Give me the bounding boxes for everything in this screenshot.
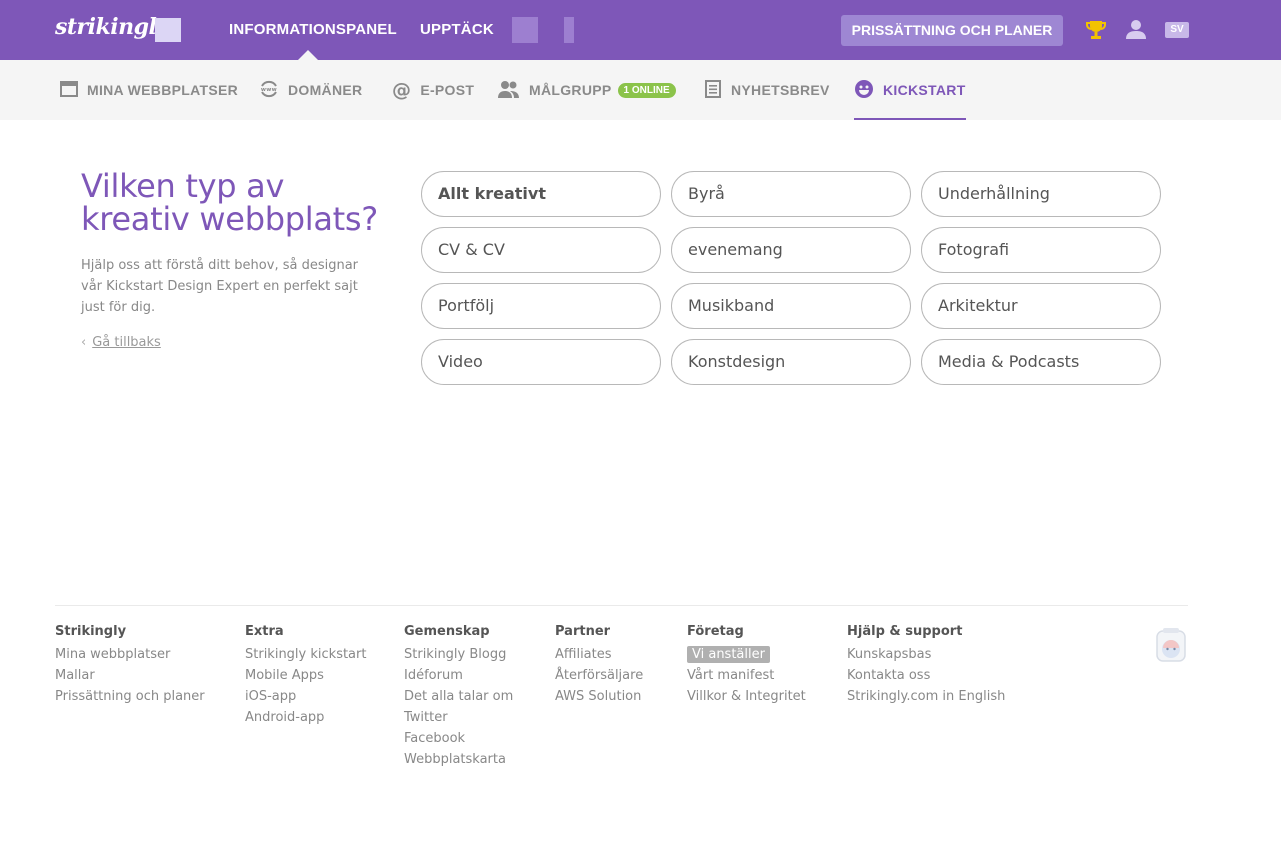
newsletter-icon bbox=[704, 79, 722, 101]
footer-link[interactable]: Android-app bbox=[245, 707, 366, 728]
footer-column-partner: Partner Affiliates Återförsäljare AWS So… bbox=[555, 623, 643, 707]
dashboard-subnav: MINA WEBBPLATSER www DOMÄNER @ E-POST MÅ… bbox=[0, 60, 1281, 120]
tab-kickstart[interactable]: KICKSTART bbox=[854, 60, 966, 120]
footer-link[interactable]: Prissättning och planer bbox=[55, 686, 205, 707]
footer-link[interactable]: Mina webbplatser bbox=[55, 644, 205, 665]
footer-link[interactable]: Idéforum bbox=[404, 665, 513, 686]
category-option[interactable]: Fotografi bbox=[921, 227, 1161, 273]
tab-my-websites[interactable]: MINA WEBBPLATSER bbox=[60, 60, 238, 120]
footer-link[interactable]: Affiliates bbox=[555, 644, 643, 665]
category-option[interactable]: CV & CV bbox=[421, 227, 661, 273]
browser-window-icon bbox=[60, 80, 78, 100]
tab-label: KICKSTART bbox=[883, 82, 966, 98]
footer-link[interactable]: AWS Solution bbox=[555, 686, 643, 707]
nav-placeholder-block bbox=[512, 17, 538, 43]
pricing-plans-button[interactable]: PRISSÄTTNING OCH PLANER bbox=[841, 15, 1063, 46]
smiley-icon bbox=[854, 79, 874, 102]
footer-column-community: Gemenskap Strikingly Blogg Idéforum Det … bbox=[404, 623, 513, 770]
footer-link[interactable]: Webbplatskarta bbox=[404, 749, 513, 770]
category-option[interactable]: Portfölj bbox=[421, 283, 661, 329]
footer-column-extra: Extra Strikingly kickstart Mobile Apps i… bbox=[245, 623, 366, 728]
category-option[interactable]: Konstdesign bbox=[671, 339, 911, 385]
tab-label: MÅLGRUPP bbox=[529, 82, 612, 98]
tab-label: E-POST bbox=[420, 82, 475, 98]
mascot-icon bbox=[1154, 627, 1188, 670]
footer-link[interactable]: Återförsäljare bbox=[555, 665, 643, 686]
page-description: Hjälp oss att förstå ditt behov, så desi… bbox=[81, 258, 359, 315]
category-option[interactable]: Underhållning bbox=[921, 171, 1161, 217]
category-option[interactable]: Video bbox=[421, 339, 661, 385]
hiring-badge: Vi anställer bbox=[687, 646, 770, 663]
category-option[interactable]: Byrå bbox=[671, 171, 911, 217]
footer-link[interactable]: Strikingly.com in English bbox=[847, 686, 1005, 707]
tab-email[interactable]: @ E-POST bbox=[392, 60, 474, 120]
trophy-icon[interactable] bbox=[1086, 19, 1106, 46]
footer-link[interactable]: Kunskapsbas bbox=[847, 644, 1005, 665]
at-icon: @ bbox=[392, 79, 412, 101]
footer-column-title: Extra bbox=[245, 624, 284, 639]
nav-discover[interactable]: UPPTÄCK bbox=[420, 21, 494, 38]
tab-audience[interactable]: MÅLGRUPP 1 ONLINE bbox=[498, 60, 676, 120]
footer-column-title: Partner bbox=[555, 624, 611, 639]
footer-column-title: Gemenskap bbox=[404, 624, 490, 639]
tab-label: NYHETSBREV bbox=[731, 82, 830, 98]
footer-column-title: Hjälp & support bbox=[847, 624, 963, 639]
footer-link-hiring[interactable]: Vi anställer bbox=[687, 644, 806, 665]
logo-placeholder bbox=[155, 18, 181, 42]
footer-link[interactable]: Strikingly kickstart bbox=[245, 644, 366, 665]
footer-link[interactable]: Twitter bbox=[404, 707, 513, 728]
category-option[interactable]: Arkitektur bbox=[921, 283, 1161, 329]
strikingly-logo[interactable]: strikingly bbox=[55, 14, 169, 40]
footer-column-strikingly: Strikingly Mina webbplatser Mallar Priss… bbox=[55, 623, 205, 707]
footer-link[interactable]: Mallar bbox=[55, 665, 205, 686]
tab-label: MINA WEBBPLATSER bbox=[87, 82, 239, 98]
footer-link[interactable]: Strikingly Blogg bbox=[404, 644, 513, 665]
tab-domains[interactable]: www DOMÄNER bbox=[259, 60, 362, 120]
people-icon bbox=[498, 80, 520, 101]
back-link-label: Gå tillbaks bbox=[92, 335, 161, 350]
online-count-badge: 1 ONLINE bbox=[617, 82, 676, 98]
tab-label: DOMÄNER bbox=[288, 82, 363, 98]
category-option[interactable]: Musikband bbox=[671, 283, 911, 329]
www-icon: www bbox=[259, 79, 279, 102]
page-title: Vilken typ av kreativ webbplats? bbox=[81, 167, 378, 238]
footer-link[interactable]: Villkor & Integritet bbox=[687, 686, 806, 707]
category-option[interactable]: evenemang bbox=[671, 227, 911, 273]
svg-text:www: www bbox=[261, 87, 277, 93]
user-icon[interactable] bbox=[1125, 18, 1147, 45]
footer-link[interactable]: iOS-app bbox=[245, 686, 366, 707]
nav-placeholder-bar bbox=[564, 17, 574, 43]
footer-column-title: Företag bbox=[687, 624, 744, 639]
chevron-left-icon: ‹ bbox=[81, 335, 87, 350]
footer-column-title: Strikingly bbox=[55, 624, 127, 639]
footer-divider bbox=[55, 605, 1188, 606]
footer-link[interactable]: Vårt manifest bbox=[687, 665, 806, 686]
footer-link[interactable]: Kontakta oss bbox=[847, 665, 1005, 686]
tab-newsletter[interactable]: NYHETSBREV bbox=[704, 60, 830, 120]
footer-link[interactable]: Mobile Apps bbox=[245, 665, 366, 686]
footer-link[interactable]: Facebook bbox=[404, 728, 513, 749]
nav-dashboard[interactable]: INFORMATIONSPANEL bbox=[229, 21, 397, 38]
footer-link[interactable]: Det alla talar om bbox=[404, 686, 513, 707]
footer-column-company: Företag Vi anställer Vårt manifest Villk… bbox=[687, 623, 806, 707]
category-option[interactable]: Media & Podcasts bbox=[921, 339, 1161, 385]
footer-column-help: Hjälp & support Kunskapsbas Kontakta oss… bbox=[847, 623, 1005, 707]
top-navbar: strikingly INFORMATIONSPANEL UPPTÄCK PRI… bbox=[0, 0, 1281, 60]
language-switcher[interactable]: SV bbox=[1165, 22, 1189, 38]
category-option[interactable]: Allt kreativt bbox=[421, 171, 661, 217]
active-nav-caret bbox=[298, 50, 318, 60]
back-link[interactable]: ‹ Gå tillbaks bbox=[81, 335, 161, 350]
